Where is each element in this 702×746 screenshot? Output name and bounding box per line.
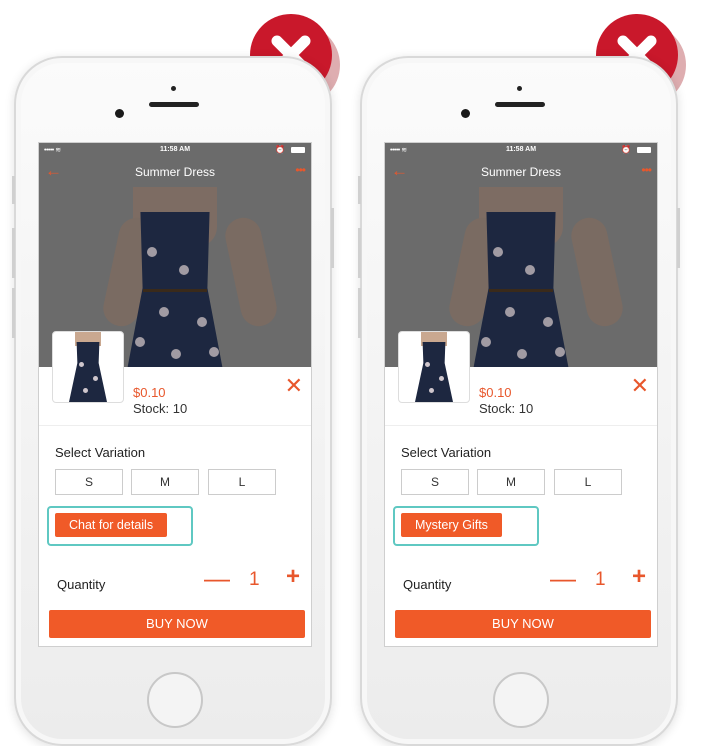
home-button[interactable] xyxy=(493,672,549,728)
variant-option-button[interactable]: Mystery Gifts xyxy=(401,513,502,537)
quantity-label: Quantity xyxy=(57,577,106,592)
more-dots-icon[interactable]: ••• xyxy=(295,163,306,177)
status-bar: ••••• ≋ 11:58 AM ⏰ xyxy=(39,143,311,157)
variation-label: Select Variation xyxy=(55,445,146,460)
front-camera xyxy=(115,109,124,118)
volume-up-button xyxy=(12,228,15,278)
phone-right: ••••• ≋ 11:58 AM ⏰ ← Summer Dress ••• $0… xyxy=(358,56,680,746)
quantity-value: 1 xyxy=(249,569,260,590)
status-time: 11:58 AM xyxy=(505,146,537,153)
volume-down-button xyxy=(358,288,361,338)
increment-button[interactable]: + xyxy=(632,563,646,591)
more-dots-icon[interactable]: ••• xyxy=(641,163,652,177)
nav-bar: ← Summer Dress ••• xyxy=(39,157,311,187)
battery-icon xyxy=(291,147,305,153)
status-time: 11:58 AM xyxy=(159,146,191,153)
mute-switch xyxy=(358,176,361,204)
close-icon[interactable]: ✕ xyxy=(631,373,649,399)
page-title: Summer Dress xyxy=(480,165,561,179)
battery-icon xyxy=(637,147,651,153)
divider xyxy=(385,425,657,426)
earpiece-speaker xyxy=(149,102,199,107)
proximity-sensor xyxy=(517,86,522,91)
decrement-button[interactable]: — xyxy=(204,563,230,594)
quantity-value: 1 xyxy=(595,569,606,590)
front-camera xyxy=(461,109,470,118)
volume-up-button xyxy=(358,228,361,278)
quantity-label: Quantity xyxy=(403,577,452,592)
variation-label: Select Variation xyxy=(401,445,492,460)
page-title: Summer Dress xyxy=(134,165,215,179)
size-option-l[interactable]: L xyxy=(554,469,622,495)
screen: ••••• ≋ 11:58 AM ⏰ ← Summer Dress ••• $0… xyxy=(38,142,312,647)
buy-now-button[interactable]: BUY NOW xyxy=(49,610,305,638)
size-option-l[interactable]: L xyxy=(208,469,276,495)
screen: ••••• ≋ 11:58 AM ⏰ ← Summer Dress ••• $0… xyxy=(384,142,658,647)
product-stock: Stock: 10 xyxy=(479,401,534,416)
product-stock: Stock: 10 xyxy=(133,401,188,416)
increment-button[interactable]: + xyxy=(286,563,300,591)
close-icon[interactable]: ✕ xyxy=(285,373,303,399)
alarm-icon: ⏰ xyxy=(621,145,631,154)
product-thumbnail xyxy=(398,331,470,403)
product-thumbnail xyxy=(52,331,124,403)
variant-option-button[interactable]: Chat for details xyxy=(55,513,168,537)
decrement-button[interactable]: — xyxy=(550,563,576,594)
size-option-s[interactable]: S xyxy=(401,469,469,495)
size-option-s[interactable]: S xyxy=(55,469,123,495)
alarm-icon: ⏰ xyxy=(275,145,285,154)
proximity-sensor xyxy=(171,86,176,91)
phone-left: ••••• ≋ 11:58 AM ⏰ ← Summer Dress ••• $0… xyxy=(12,56,334,746)
power-button xyxy=(331,208,334,268)
buy-now-button[interactable]: BUY NOW xyxy=(395,610,651,638)
product-price: $0.10 xyxy=(133,385,166,400)
home-button[interactable] xyxy=(147,672,203,728)
product-price: $0.10 xyxy=(479,385,512,400)
nav-bar: ← Summer Dress ••• xyxy=(385,157,657,187)
power-button xyxy=(677,208,680,268)
volume-down-button xyxy=(12,288,15,338)
size-option-m[interactable]: M xyxy=(131,469,199,495)
earpiece-speaker xyxy=(495,102,545,107)
size-option-m[interactable]: M xyxy=(477,469,545,495)
mute-switch xyxy=(12,176,15,204)
divider xyxy=(39,425,311,426)
status-bar: ••••• ≋ 11:58 AM ⏰ xyxy=(385,143,657,157)
